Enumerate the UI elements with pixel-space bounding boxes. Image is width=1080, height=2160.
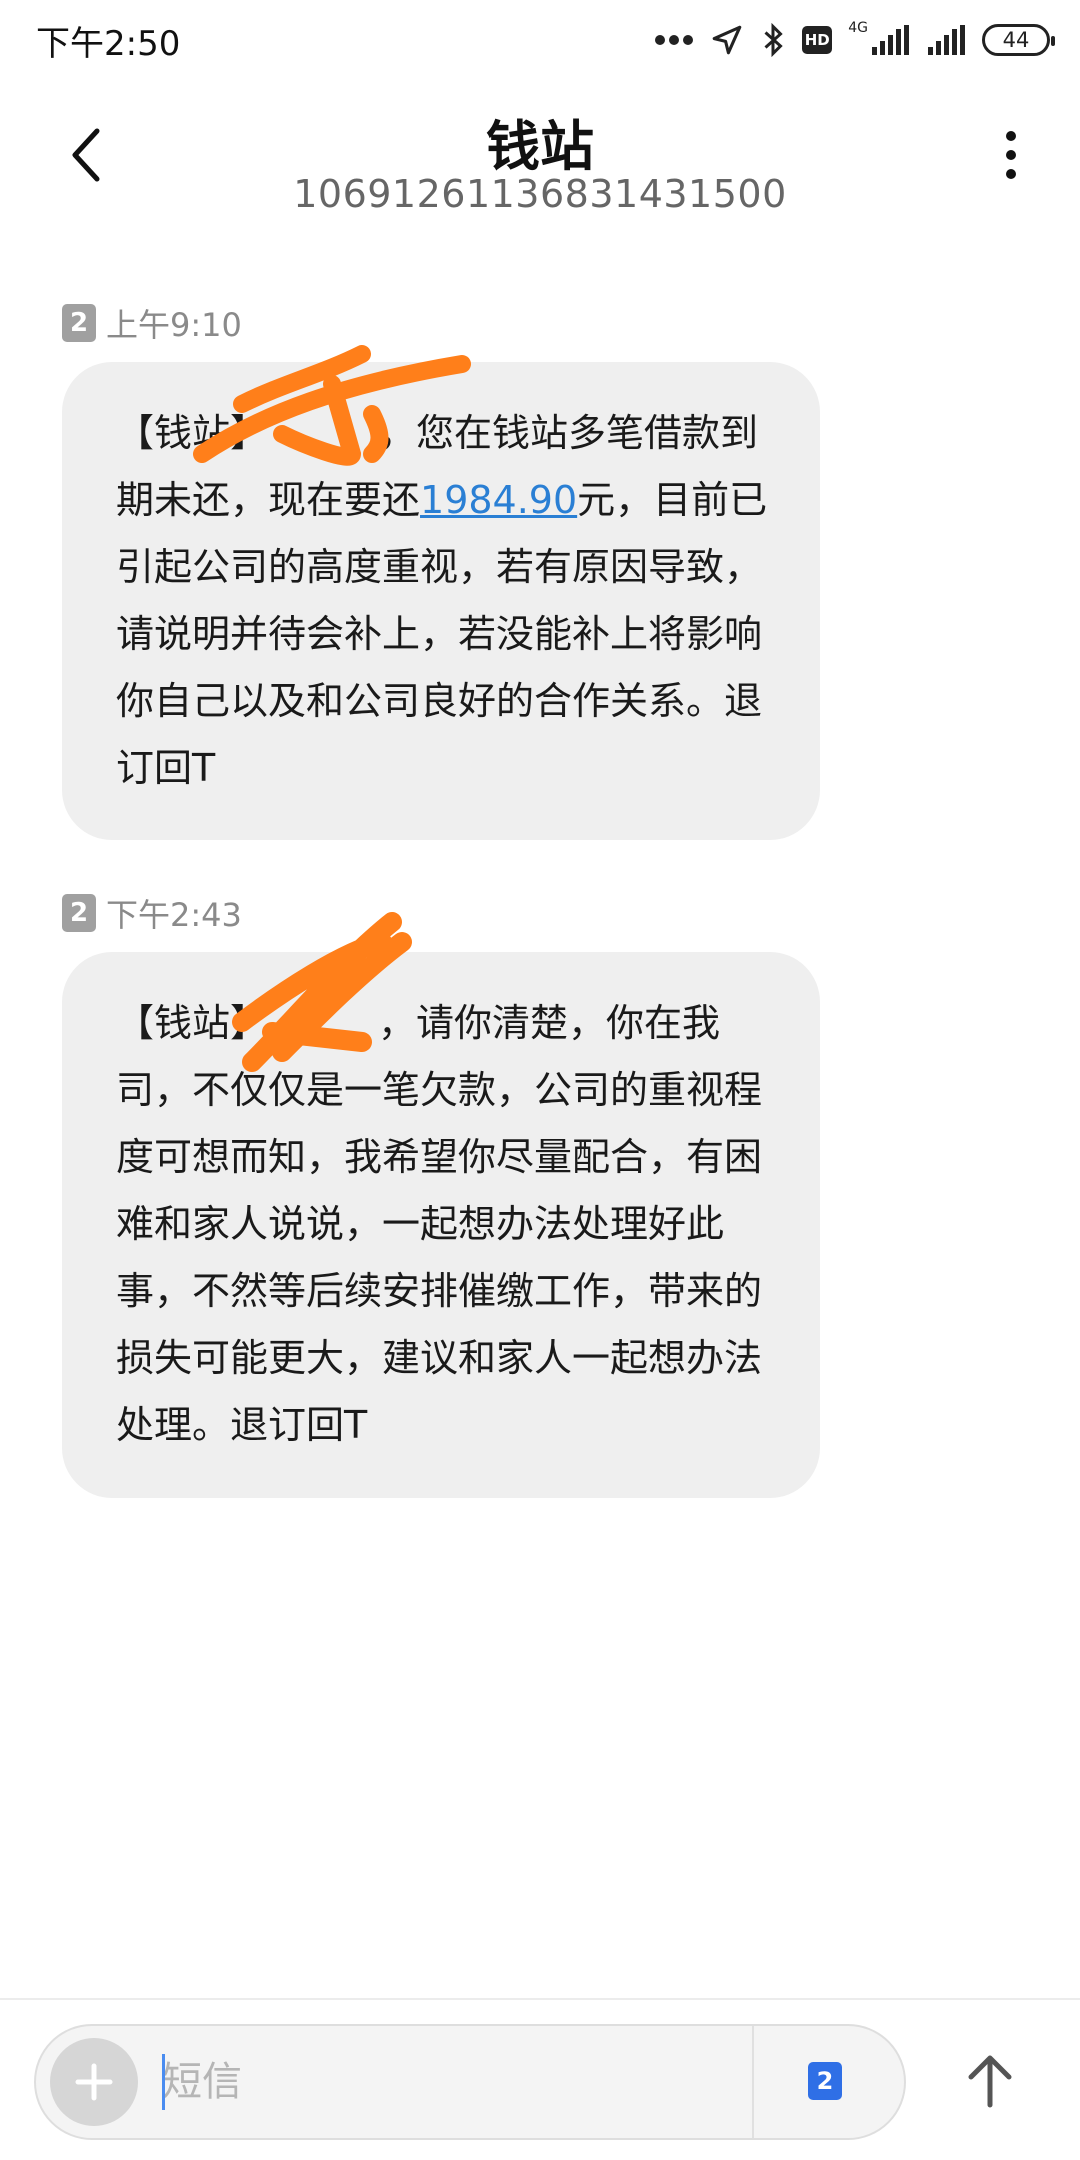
more-vertical-icon: [1006, 131, 1016, 179]
message-input[interactable]: [162, 2050, 762, 2114]
text-caret: [162, 2054, 165, 2110]
signal-icon-2: [928, 25, 965, 55]
status-time: 下午2:50: [36, 24, 181, 64]
message-text-prefix: 【钱站】: [116, 1001, 269, 1045]
message-time: 下午2:43: [106, 896, 242, 934]
more-options-button[interactable]: [986, 120, 1036, 190]
hd-badge: HD: [802, 26, 833, 54]
contact-number: 1069126113683143​1500: [293, 172, 787, 216]
message-composer: 2: [0, 1998, 1080, 2160]
send-arrow-icon: [968, 2055, 1012, 2108]
sms-conversation-screen: 下午2:50 HD 4G 44 钱站 1069126113683143​1500…: [0, 0, 1080, 2160]
message-item: 2 上午9:10 【钱站】 ，您在钱站多笔借款到期未还，现在要还1984.90元，…: [62, 298, 820, 840]
sim-badge: 2: [62, 304, 96, 342]
network-type-label: 4G: [848, 20, 868, 36]
send-button[interactable]: [950, 2036, 1030, 2126]
message-time: 上午9:10: [106, 306, 242, 344]
composer-box: 2: [34, 2024, 906, 2140]
message-text-prefix: 【钱站】: [116, 411, 269, 455]
status-bar: 下午2:50 HD 4G 44: [0, 0, 1080, 80]
message-text: ，请你清楚，你在我司，不仅仅是一笔欠款，公司的重视程度可想而知，我希望你尽量配合…: [116, 1001, 763, 1447]
message-text-rest: 元，目前已引起公司的高度重视，若有原因导致，请说明并待会补上，若没能补上将影响你…: [116, 478, 768, 790]
plus-icon: [75, 2063, 113, 2101]
message-meta: 2 下午2:43: [62, 888, 820, 938]
contact-name: 钱站: [486, 115, 594, 178]
location-icon: [712, 25, 742, 55]
battery-indicator: 44: [982, 24, 1055, 56]
sim-badge: 2: [62, 894, 96, 932]
add-attachment-button[interactable]: [50, 2038, 138, 2126]
message-bubble[interactable]: 【钱站】 ，请你清楚，你在我司，不仅仅是一笔欠款，公司的重视程度可想而知，我希望你…: [62, 912, 820, 1498]
sim-select-button[interactable]: 2: [808, 2062, 842, 2100]
amount-link[interactable]: 1984.90: [420, 478, 577, 522]
bluetooth-icon: [764, 22, 783, 58]
message-meta: 2 上午9:10: [62, 298, 820, 348]
message-bubble[interactable]: 【钱站】 ，您在钱站多笔借款到期未还，现在要还1984.90元，目前已引起公司的高…: [62, 345, 820, 840]
conversation-header: 钱站 1069126113683143​1500: [0, 90, 1080, 230]
signal-icon: [872, 25, 909, 55]
status-icons: HD 4G 44: [654, 18, 1055, 62]
message-item: 2 下午2:43 【钱站】 ，请你清楚，你在我司，不仅仅是一笔欠款，公司的重视程度…: [62, 888, 820, 1498]
more-dots-icon: [655, 35, 694, 45]
composer-divider: [752, 2026, 754, 2138]
